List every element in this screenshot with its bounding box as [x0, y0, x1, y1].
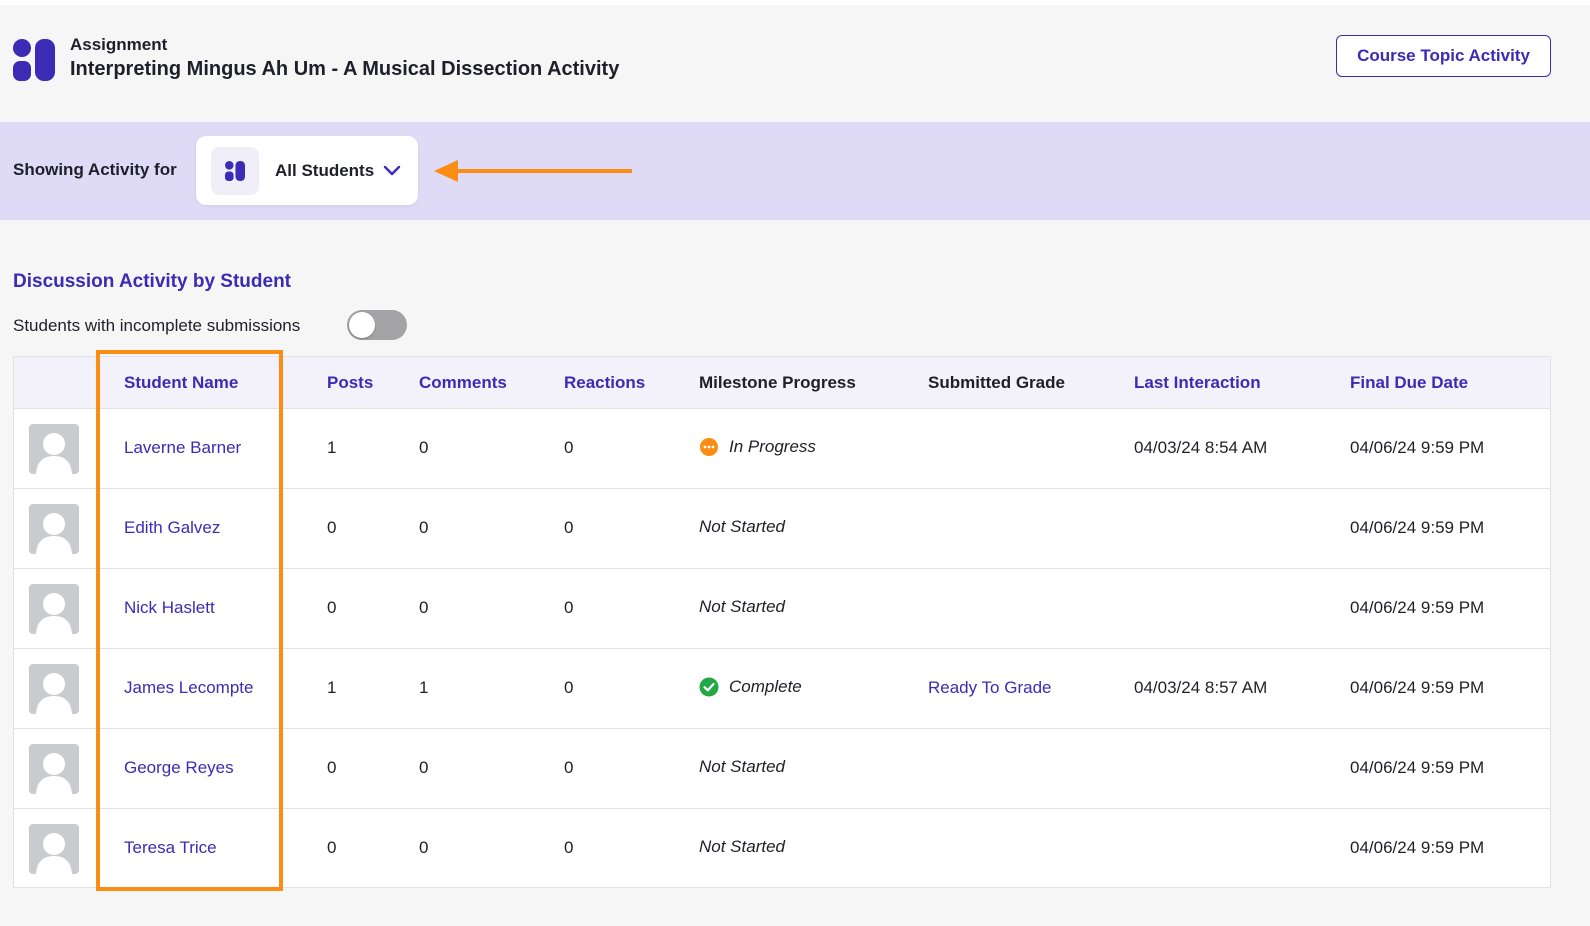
- comments-count: 0: [419, 598, 429, 617]
- comments-count: 1: [419, 678, 429, 697]
- milestone-status-text: Not Started: [699, 517, 785, 536]
- posts-count: 0: [327, 758, 337, 777]
- reactions-count: 0: [564, 678, 574, 697]
- last-interaction: 04/03/24 8:54 AM: [1134, 438, 1268, 457]
- group-icon: [211, 146, 259, 195]
- toggle-knob: [349, 312, 375, 338]
- table-row: George Reyes 0 0 0 Not Started 04/06/24 9:59 …: [14, 729, 1550, 809]
- reactions-count: 0: [564, 758, 574, 777]
- column-header-student-name[interactable]: Student Name: [124, 373, 238, 393]
- posts-count: 1: [327, 438, 337, 457]
- header-text: Assignment Interpreting Mingus Ah Um - A…: [70, 35, 619, 82]
- final-due-date: 04/06/24 9:59 PM: [1350, 518, 1485, 537]
- avatar: [29, 664, 79, 714]
- column-header-last-interaction[interactable]: Last Interaction: [1134, 373, 1261, 393]
- final-due-date: 04/06/24 9:59 PM: [1350, 678, 1485, 697]
- column-header-final-due-date[interactable]: Final Due Date: [1350, 373, 1468, 393]
- milestone-status: Not Started: [699, 757, 785, 777]
- avatar: [29, 744, 79, 794]
- in-progress-icon: [699, 437, 719, 457]
- chevron-down-icon: [383, 165, 401, 177]
- student-name-link[interactable]: George Reyes: [124, 758, 234, 778]
- reactions-count: 0: [564, 518, 574, 537]
- incomplete-toggle-label: Students with incomplete submissions: [13, 316, 301, 335]
- posts-count: 0: [327, 838, 337, 857]
- milestone-status-text: Not Started: [699, 597, 785, 616]
- avatar: [29, 584, 79, 634]
- avatar: [29, 424, 79, 474]
- student-activity-table: Student Name Posts Comments Reactions Mi…: [13, 356, 1551, 888]
- incomplete-submissions-toggle[interactable]: [347, 310, 407, 340]
- posts-count: 0: [327, 598, 337, 617]
- table-header: Student Name Posts Comments Reactions Mi…: [14, 357, 1550, 409]
- final-due-date: 04/06/24 9:59 PM: [1350, 598, 1485, 617]
- milestone-status: Not Started: [699, 597, 785, 617]
- posts-count: 1: [327, 678, 337, 697]
- student-name-link[interactable]: James Lecompte: [124, 678, 253, 698]
- milestone-status: Complete: [699, 677, 802, 697]
- comments-count: 0: [419, 758, 429, 777]
- student-name-link[interactable]: Nick Haslett: [124, 598, 215, 618]
- milestone-status: In Progress: [699, 437, 816, 457]
- student-name-link[interactable]: Edith Galvez: [124, 518, 220, 538]
- brand-logo-icon: [13, 39, 55, 81]
- table-row: Teresa Trice 0 0 0 Not Started 04/06/24 9:59 …: [14, 809, 1550, 889]
- column-header-posts[interactable]: Posts: [327, 373, 373, 393]
- reactions-count: 0: [564, 438, 574, 457]
- ready-to-grade-link[interactable]: Ready To Grade: [928, 678, 1051, 698]
- final-due-date: 04/06/24 9:59 PM: [1350, 838, 1485, 857]
- header-kicker: Assignment: [70, 35, 168, 54]
- student-name-link[interactable]: Teresa Trice: [124, 838, 217, 858]
- table-row: James Lecompte 1 1 0 Complete Ready To Grade 0…: [14, 649, 1550, 729]
- arrow-left-icon: [434, 160, 632, 182]
- reactions-count: 0: [564, 838, 574, 857]
- final-due-date: 04/06/24 9:59 PM: [1350, 758, 1485, 777]
- final-due-date: 04/06/24 9:59 PM: [1350, 438, 1485, 457]
- posts-count: 0: [327, 518, 337, 537]
- column-header-grade: Submitted Grade: [928, 373, 1065, 392]
- milestone-status-text: Not Started: [699, 837, 785, 856]
- check-circle-icon: [699, 677, 719, 697]
- column-header-comments[interactable]: Comments: [419, 373, 507, 393]
- milestone-status-text: Complete: [729, 677, 802, 696]
- milestone-status: Not Started: [699, 837, 785, 857]
- page-title: Interpreting Mingus Ah Um - A Musical Di…: [70, 58, 620, 80]
- section-title: Discussion Activity by Student: [13, 271, 292, 292]
- comments-count: 0: [419, 838, 429, 857]
- last-interaction: 04/03/24 8:57 AM: [1134, 678, 1268, 697]
- avatar: [29, 824, 79, 874]
- milestone-status-text: In Progress: [729, 437, 816, 456]
- selector-label: All Students: [275, 160, 375, 180]
- filter-band: Showing Activity for All Students: [0, 122, 1590, 220]
- comments-count: 0: [419, 438, 429, 457]
- reactions-count: 0: [564, 598, 574, 617]
- page-header: Assignment Interpreting Mingus Ah Um - A…: [0, 5, 1590, 121]
- course-topic-activity-button[interactable]: Course Topic Activity: [1336, 35, 1551, 77]
- milestone-status: Not Started: [699, 517, 785, 537]
- table-row: Edith Galvez 0 0 0 Not Started 04/06/24 9:59 …: [14, 489, 1550, 569]
- milestone-status-text: Not Started: [699, 757, 785, 776]
- filter-label: Showing Activity for: [13, 160, 177, 179]
- student-name-link[interactable]: Laverne Barner: [124, 438, 241, 458]
- comments-count: 0: [419, 518, 429, 537]
- table-row: Nick Haslett 0 0 0 Not Started 04/06/24 9:59 …: [14, 569, 1550, 649]
- avatar: [29, 504, 79, 554]
- column-header-milestone: Milestone Progress: [699, 373, 856, 392]
- column-header-reactions[interactable]: Reactions: [564, 373, 645, 393]
- student-group-selector[interactable]: All Students: [196, 136, 418, 205]
- table-row: Laverne Barner 1 0 0 In Progress 04/03/24 8:5…: [14, 409, 1550, 489]
